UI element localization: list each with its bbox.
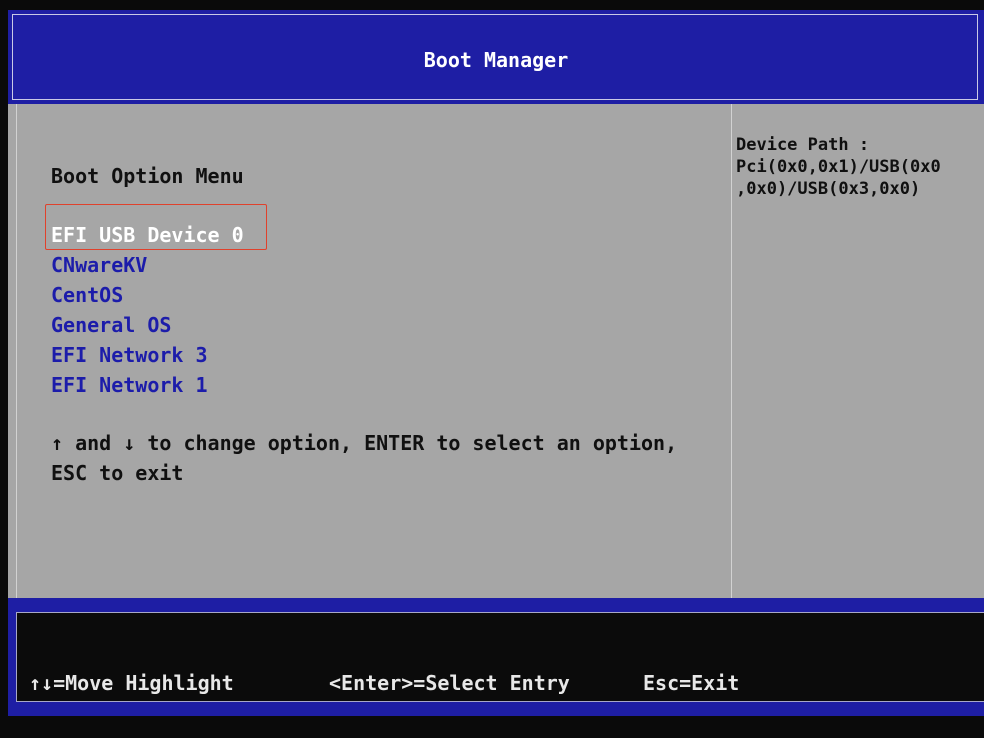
footer-bar: ↑↓=Move Highlight <Enter>=Select Entry E… bbox=[8, 598, 984, 716]
header-bar: Boot Manager bbox=[8, 10, 984, 104]
selection-highlight bbox=[45, 204, 267, 250]
bios-screen: Boot Manager Boot Option Menu EFI USB De… bbox=[0, 0, 984, 738]
device-path-value: ,0x0)/USB(0x3,0x0) bbox=[736, 179, 921, 199]
help-line: ↑ and ↓ to change option, ENTER to selec… bbox=[51, 431, 678, 455]
hotkey-move-highlight: ↑↓=Move Highlight bbox=[29, 671, 234, 695]
menu-pane: Boot Option Menu EFI USB Device 0 CNware… bbox=[16, 104, 732, 598]
main-panel: Boot Option Menu EFI USB Device 0 CNware… bbox=[8, 104, 984, 598]
hotkey-select-entry: <Enter>=Select Entry bbox=[329, 671, 570, 695]
page-title: Boot Manager bbox=[423, 48, 569, 72]
boot-option-label: EFI Network 1 bbox=[51, 373, 208, 397]
boot-option-efi-network-1[interactable]: EFI Network 1 bbox=[51, 370, 244, 400]
hotkey-bar: ↑↓=Move Highlight <Enter>=Select Entry E… bbox=[16, 612, 984, 702]
help-line: ESC to exit bbox=[51, 461, 184, 485]
menu-title: Boot Option Menu bbox=[51, 164, 244, 188]
boot-option-cnwarekv[interactable]: CNwareKV bbox=[51, 250, 244, 280]
boot-option-label: CentOS bbox=[51, 283, 124, 307]
boot-option-label: General OS bbox=[51, 313, 172, 337]
hotkey-exit: Esc=Exit bbox=[643, 671, 740, 695]
boot-option-efi-usb-device-0[interactable]: EFI USB Device 0 bbox=[45, 204, 267, 250]
boot-option-centos[interactable]: CentOS bbox=[51, 280, 244, 310]
device-path-label: Device Path : bbox=[736, 135, 870, 155]
device-path-value: Pci(0x0,0x1)/USB(0x0 bbox=[736, 157, 941, 177]
boot-option-list: EFI USB Device 0 CNwareKV CentOS General… bbox=[45, 204, 267, 400]
help-text: ↑ and ↓ to change option, ENTER to selec… bbox=[51, 428, 677, 488]
device-path-info: Device Path : Pci(0x0,0x1)/USB(0x0 ,0x0)… bbox=[736, 134, 984, 200]
boot-option-efi-network-3[interactable]: EFI Network 3 bbox=[51, 340, 244, 370]
boot-option-general-os[interactable]: General OS bbox=[51, 310, 244, 340]
boot-option-label: EFI Network 3 bbox=[51, 343, 208, 367]
boot-option-label: CNwareKV bbox=[51, 253, 148, 277]
